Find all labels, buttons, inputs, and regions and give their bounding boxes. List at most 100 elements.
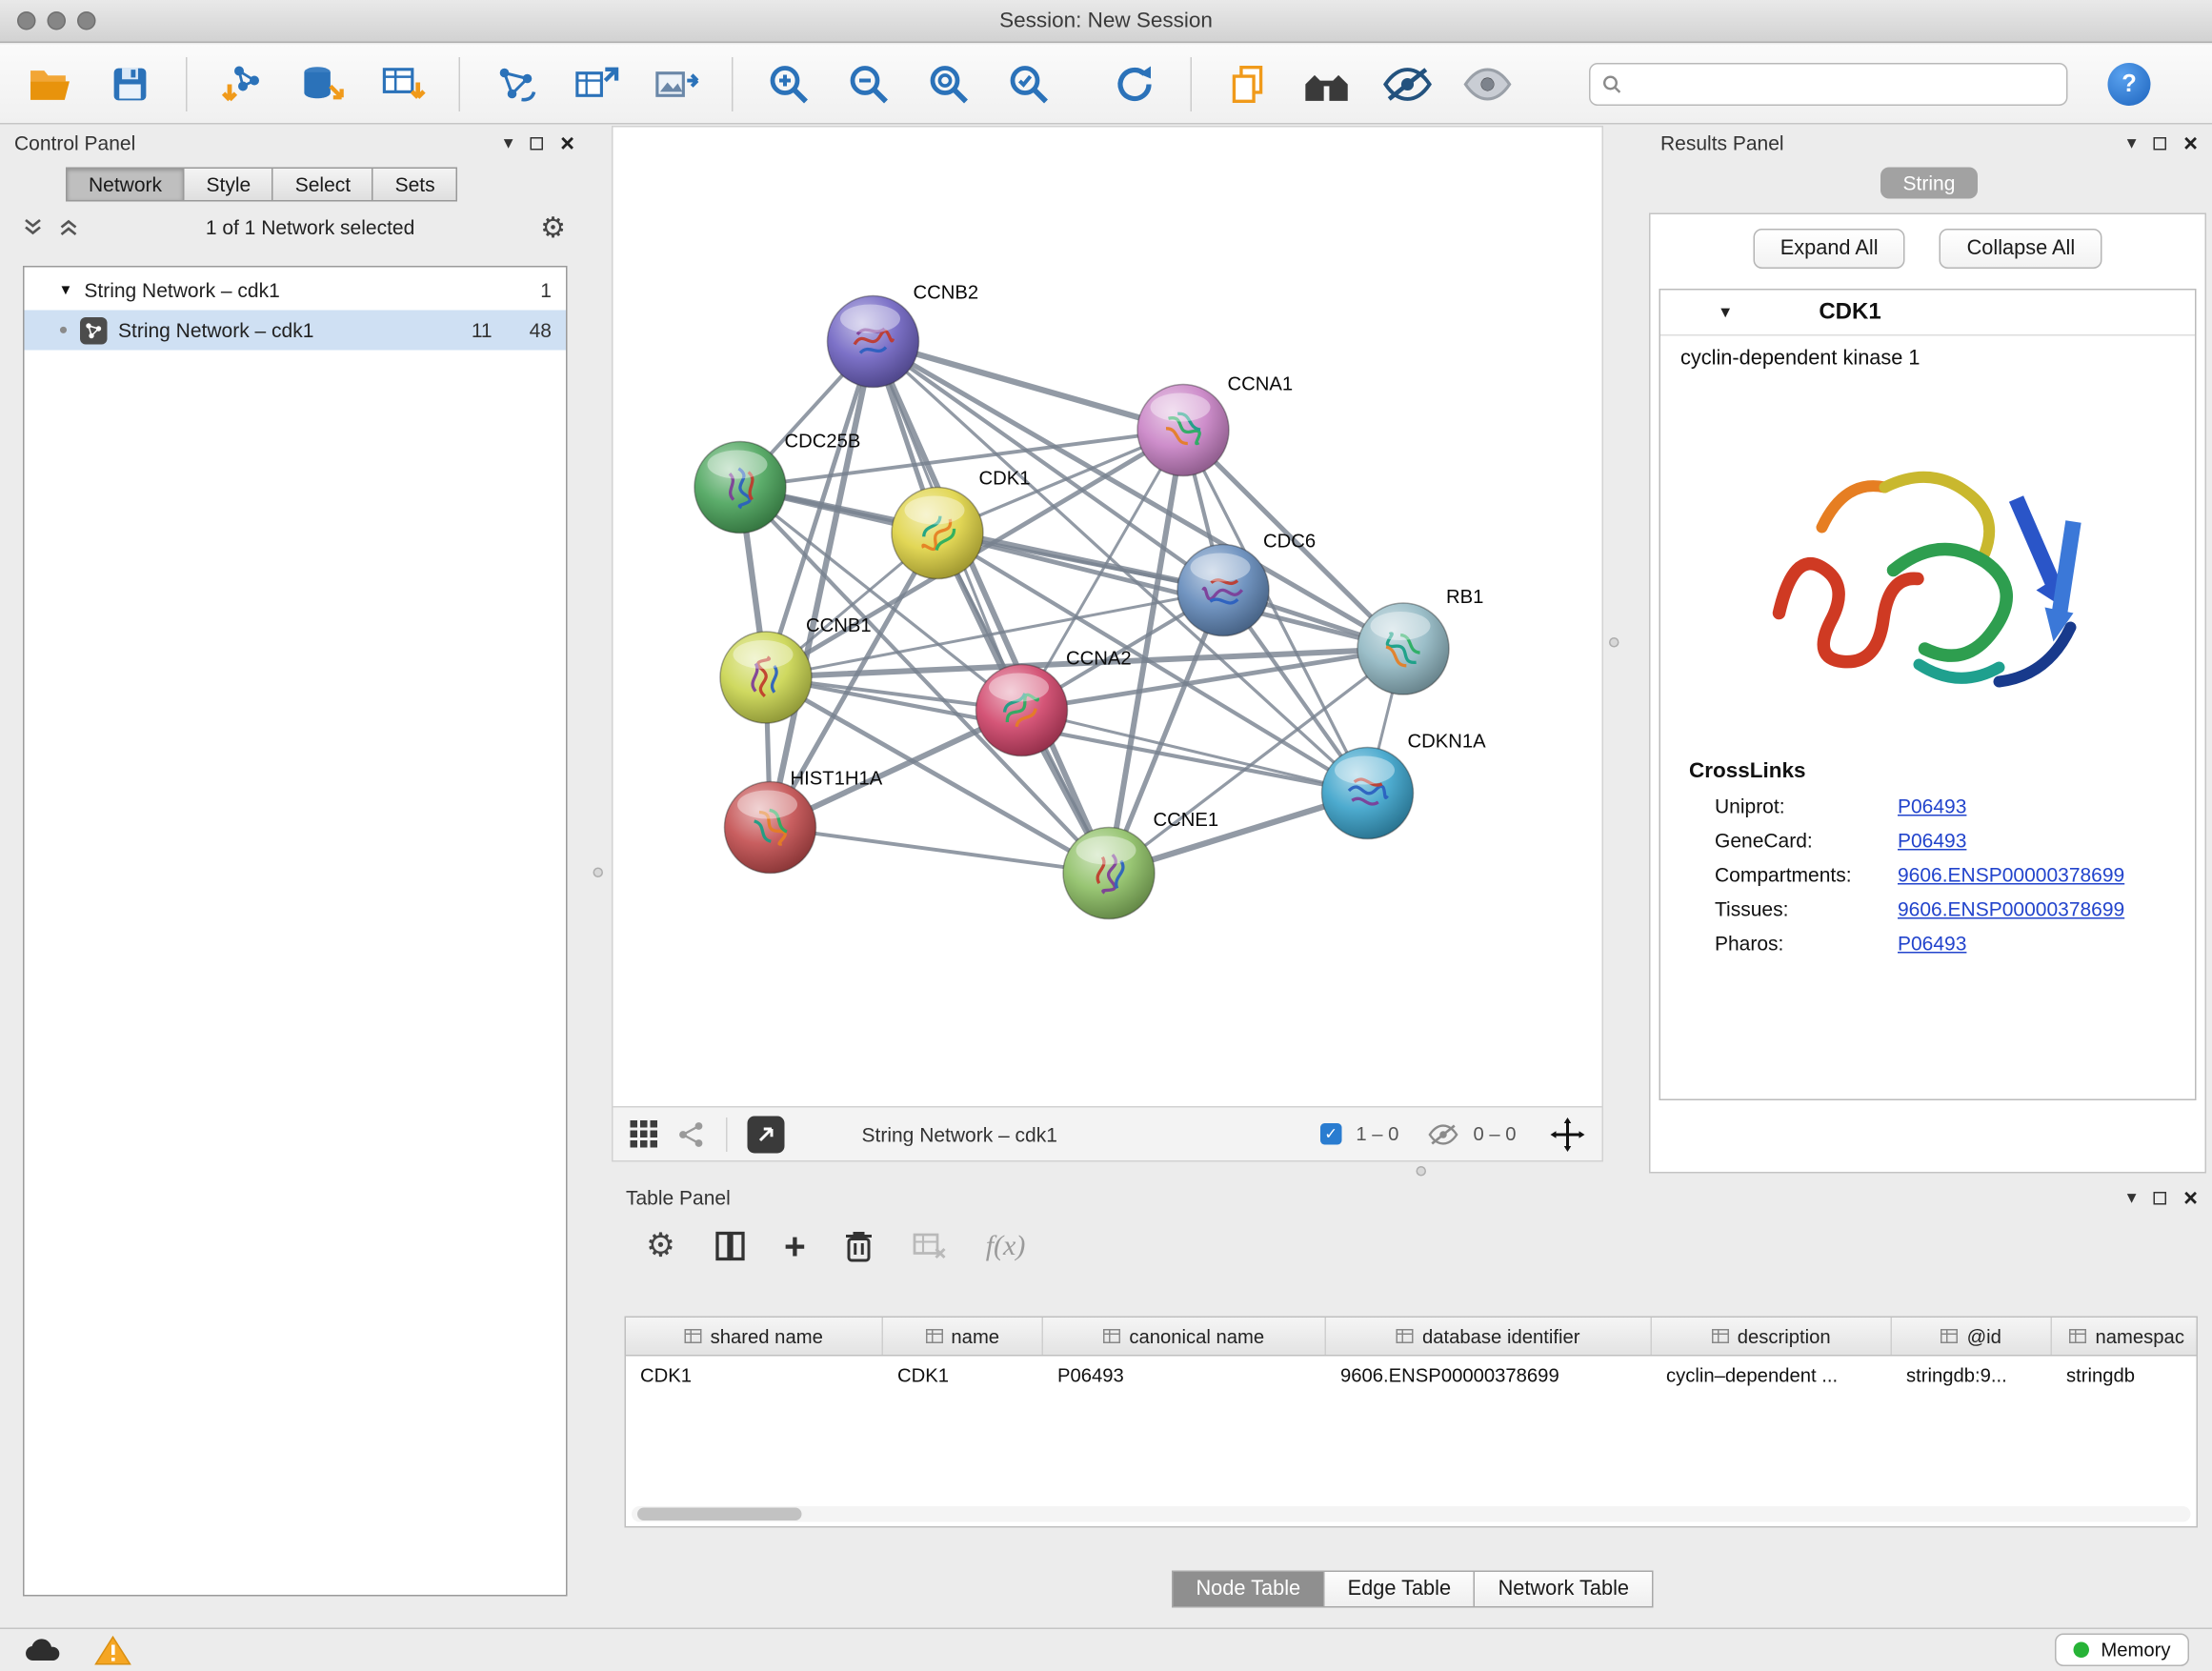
crosslink-link[interactable]: P06493: [1898, 795, 1966, 817]
table-cell[interactable]: 9606.ENSP00000378699: [1326, 1357, 1652, 1396]
import-network-file-button[interactable]: [213, 53, 273, 113]
network-node[interactable]: [725, 782, 816, 874]
network-node[interactable]: [694, 442, 786, 534]
column-header[interactable]: name: [883, 1318, 1043, 1355]
memory-button[interactable]: Memory: [2055, 1634, 2189, 1667]
network-node[interactable]: [1137, 385, 1229, 476]
crosslink-link[interactable]: 9606.ENSP00000378699: [1898, 863, 2124, 886]
zoom-out-button[interactable]: [839, 53, 899, 113]
table-settings-gear-icon[interactable]: ⚙: [646, 1230, 675, 1263]
table-row[interactable]: CDK1 CDK1 P06493 9606.ENSP00000378699 cy…: [626, 1357, 2197, 1396]
gear-icon[interactable]: ⚙: [540, 213, 566, 242]
panel-collapse-icon[interactable]: ▾: [2127, 1187, 2137, 1209]
tab-select[interactable]: Select: [272, 168, 373, 202]
expand-all-button[interactable]: Expand All: [1753, 229, 1905, 269]
import-table-button[interactable]: [373, 53, 433, 113]
import-network-database-button[interactable]: [293, 53, 353, 113]
selected-checkbox-icon[interactable]: ✓: [1320, 1123, 1342, 1145]
network-node[interactable]: [1322, 748, 1414, 839]
tree-expand-icon[interactable]: ▼: [59, 282, 73, 298]
zoom-fit-button[interactable]: [919, 53, 979, 113]
network-node[interactable]: [1357, 603, 1449, 695]
column-header[interactable]: namespac: [2052, 1318, 2198, 1355]
string-results-tab[interactable]: String: [1880, 168, 1979, 199]
network-graph[interactable]: CCNB2CCNA1CDC25BCDK1CDC6RB1CCNB1CCNA2CDK…: [613, 128, 1602, 1107]
warning-icon[interactable]: [94, 1635, 131, 1666]
entry-collapse-icon[interactable]: ▼: [1718, 304, 1733, 321]
open-session-button[interactable]: [20, 53, 80, 113]
tab-network[interactable]: Network: [66, 168, 185, 202]
fit-content-crosshair-icon[interactable]: [1551, 1117, 1585, 1151]
network-canvas[interactable]: CCNB2CCNA1CDC25BCDK1CDC6RB1CCNB1CCNA2CDK…: [612, 126, 1603, 1108]
scrollbar-thumb[interactable]: [637, 1508, 802, 1521]
bottom-splitter-handle[interactable]: [1417, 1166, 1427, 1177]
panel-close-icon[interactable]: ×: [2183, 1185, 2198, 1210]
share-network-icon[interactable]: [677, 1119, 706, 1148]
panel-close-icon[interactable]: ×: [2183, 131, 2198, 155]
network-from-table-button[interactable]: [566, 53, 626, 113]
close-window-button[interactable]: [17, 11, 36, 30]
zoom-window-button[interactable]: [77, 11, 96, 30]
right-splitter-handle[interactable]: [1609, 637, 1619, 648]
table-cell[interactable]: stringdb:9...: [1892, 1357, 2052, 1396]
delete-trash-icon[interactable]: [843, 1229, 875, 1263]
column-header[interactable]: shared name: [626, 1318, 883, 1355]
table-cell[interactable]: P06493: [1043, 1357, 1326, 1396]
export-image-button[interactable]: [646, 53, 706, 113]
tab-node-table[interactable]: Node Table: [1172, 1571, 1325, 1608]
collapse-all-chevron-icon[interactable]: [59, 217, 81, 237]
panel-collapse-icon[interactable]: ▾: [2127, 132, 2137, 154]
network-node[interactable]: [1063, 828, 1155, 919]
new-network-button[interactable]: [486, 53, 546, 113]
function-builder-icon[interactable]: f(x): [986, 1230, 1026, 1263]
expand-all-chevron-icon[interactable]: [23, 217, 45, 237]
network-node[interactable]: [828, 296, 919, 388]
panel-float-icon[interactable]: [531, 136, 544, 150]
network-selection-summary: 1 of 1 Network selected: [94, 216, 526, 239]
panel-collapse-icon[interactable]: ▾: [504, 132, 513, 154]
show-all-button[interactable]: [1458, 53, 1518, 113]
zoom-in-button[interactable]: [759, 53, 819, 113]
network-collection-row[interactable]: ▼ String Network – cdk1 1: [25, 271, 567, 311]
crosslink-link[interactable]: P06493: [1898, 932, 1966, 955]
tab-edge-table[interactable]: Edge Table: [1323, 1571, 1475, 1608]
panel-close-icon[interactable]: ×: [560, 131, 574, 155]
help-button[interactable]: ?: [2108, 62, 2151, 105]
horizontal-scrollbar[interactable]: [632, 1506, 2191, 1522]
zoom-selected-button[interactable]: [999, 53, 1059, 113]
tab-network-table[interactable]: Network Table: [1474, 1571, 1653, 1608]
network-node[interactable]: [1177, 545, 1269, 636]
network-row[interactable]: ● String Network – cdk1 11 48: [25, 311, 567, 351]
column-header[interactable]: description: [1652, 1318, 1892, 1355]
table-cell[interactable]: cyclin–dependent ...: [1652, 1357, 1892, 1396]
network-node[interactable]: [720, 632, 812, 723]
search-input[interactable]: [1631, 73, 2056, 95]
panel-float-icon[interactable]: [2154, 136, 2167, 150]
add-column-plus-icon[interactable]: +: [784, 1228, 806, 1265]
birds-eye-grid-icon[interactable]: [631, 1120, 658, 1148]
table-cell[interactable]: stringdb: [2052, 1357, 2198, 1396]
column-header[interactable]: database identifier: [1326, 1318, 1652, 1355]
column-header[interactable]: @id: [1892, 1318, 2052, 1355]
crosslink-link[interactable]: 9606.ENSP00000378699: [1898, 897, 2124, 920]
show-columns-icon[interactable]: [713, 1229, 747, 1263]
open-in-new-icon[interactable]: [748, 1116, 785, 1153]
apply-layout-button[interactable]: [1105, 53, 1165, 113]
table-cell[interactable]: CDK1: [883, 1357, 1043, 1396]
network-node[interactable]: [892, 488, 983, 579]
save-session-button[interactable]: [100, 53, 160, 113]
column-header[interactable]: canonical name: [1043, 1318, 1326, 1355]
collapse-all-button[interactable]: Collapse All: [1940, 229, 2102, 269]
table-cell[interactable]: CDK1: [626, 1357, 883, 1396]
tab-sets[interactable]: Sets: [372, 168, 458, 202]
network-node[interactable]: [976, 665, 1068, 756]
first-neighbors-button[interactable]: [1297, 53, 1357, 113]
tab-style[interactable]: Style: [184, 168, 274, 202]
hide-selected-button[interactable]: [1377, 53, 1438, 113]
left-splitter-handle[interactable]: [593, 868, 604, 878]
minimize-window-button[interactable]: [48, 11, 67, 30]
copy-document-button[interactable]: [1217, 53, 1277, 113]
cloud-icon[interactable]: [23, 1636, 63, 1664]
crosslink-link[interactable]: P06493: [1898, 829, 1966, 852]
panel-float-icon[interactable]: [2154, 1191, 2167, 1204]
